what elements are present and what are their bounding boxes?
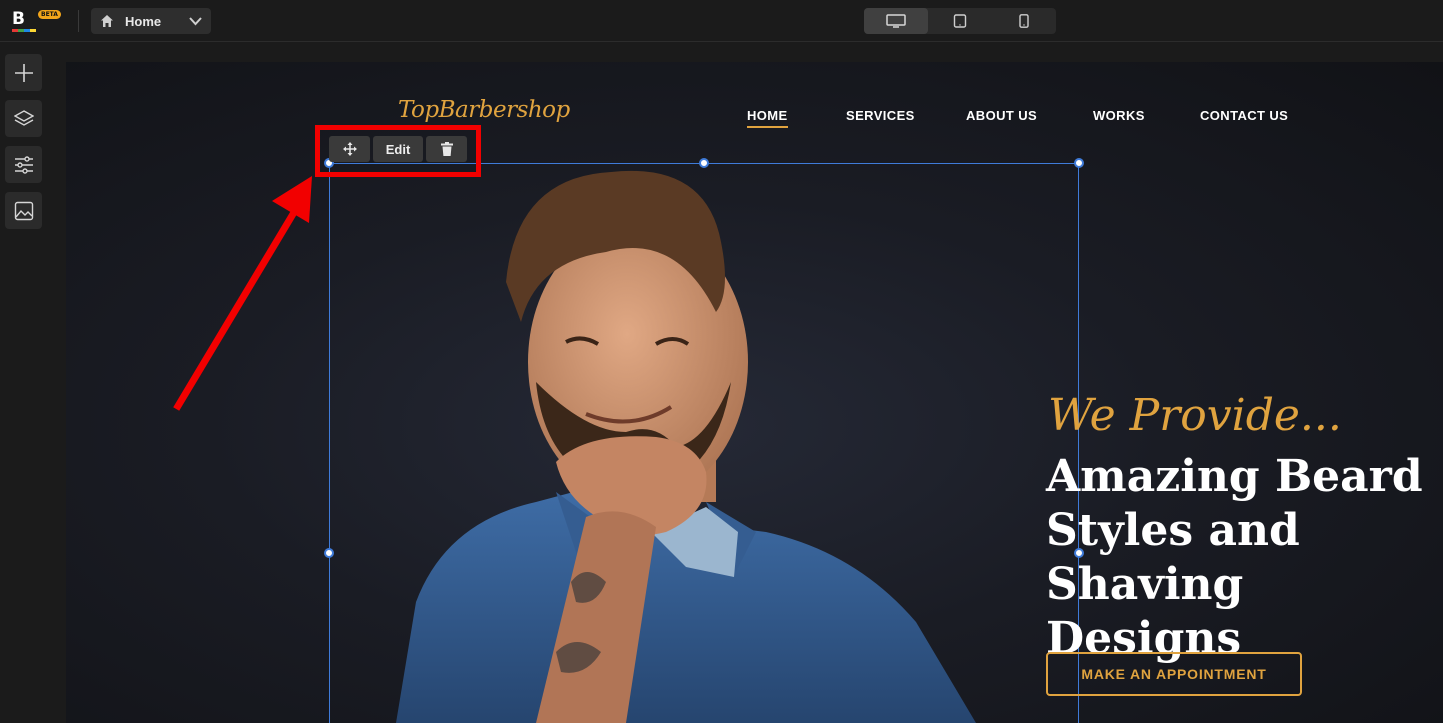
add-element-button[interactable]	[5, 54, 42, 91]
beta-badge: BETA	[38, 10, 61, 19]
page-selector-label: Home	[125, 13, 162, 29]
device-mobile-button[interactable]	[992, 8, 1056, 34]
editor-canvas[interactable]: TopBarbershop HOME SERVICES ABOUT US WOR…	[66, 62, 1443, 723]
home-icon	[101, 15, 113, 27]
resize-handle-top-right[interactable]	[1074, 158, 1084, 168]
hero-headline[interactable]: Amazing Beard Styles and Shaving Designs	[1046, 450, 1443, 666]
make-appointment-button[interactable]: MAKE AN APPOINTMENT	[1046, 652, 1302, 696]
resize-handle-top-center[interactable]	[699, 158, 709, 168]
tool-rail	[0, 42, 48, 723]
nav-home[interactable]: HOME	[747, 108, 788, 128]
page-selector[interactable]: Home	[91, 8, 211, 34]
hero-headline-line: Styles and	[1046, 505, 1300, 556]
logo-color-bar	[12, 29, 36, 32]
layers-button[interactable]	[5, 100, 42, 137]
annotation-highlight-box	[315, 125, 481, 177]
device-tablet-button[interactable]	[928, 8, 992, 34]
device-switcher	[864, 8, 1056, 34]
hero-kicker[interactable]: We Provide...	[1048, 390, 1342, 441]
resize-handle-middle-left[interactable]	[324, 548, 334, 558]
monitor-icon	[886, 14, 906, 28]
nav-about-us[interactable]: ABOUT US	[966, 108, 1037, 123]
logo-letter: B	[12, 9, 25, 29]
app-logo[interactable]: B BETA	[10, 8, 70, 34]
hero-headline-line: Amazing Beard	[1046, 451, 1423, 502]
image-icon	[14, 201, 33, 220]
tablet-icon	[953, 14, 967, 28]
nav-contact-us[interactable]: CONTACT US	[1200, 108, 1288, 123]
site-brand-logo[interactable]: TopBarbershop	[398, 97, 570, 123]
media-button[interactable]	[5, 192, 42, 229]
sliders-icon	[14, 155, 33, 174]
layers-icon	[13, 109, 34, 126]
device-desktop-button[interactable]	[864, 8, 928, 34]
chevron-down-icon	[189, 17, 202, 26]
settings-button[interactable]	[5, 146, 42, 183]
topbar-divider	[78, 10, 79, 32]
hero-headline-line: Shaving Designs	[1046, 559, 1244, 664]
selection-frame	[329, 163, 1079, 723]
nav-services[interactable]: SERVICES	[846, 108, 915, 123]
editor-topbar: B BETA Home	[0, 0, 1443, 42]
nav-works[interactable]: WORKS	[1093, 108, 1145, 123]
plus-icon	[14, 63, 33, 82]
phone-icon	[1019, 14, 1029, 28]
